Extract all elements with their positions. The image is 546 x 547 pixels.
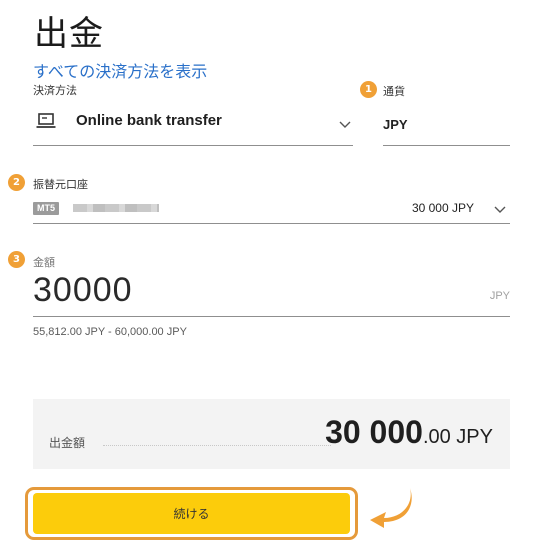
source-account-select[interactable]: MT5 30 000 JPY bbox=[33, 196, 510, 224]
summary-amount: 30 000.00 JPY bbox=[325, 414, 493, 451]
chevron-down-icon bbox=[339, 121, 351, 128]
account-balance: 30 000 JPY bbox=[411, 201, 474, 215]
step-3-badge: 3 bbox=[8, 251, 25, 268]
currency-value: JPY bbox=[383, 117, 408, 132]
payment-method-select[interactable]: Online bank transfer bbox=[33, 102, 353, 146]
chevron-down-icon bbox=[494, 206, 506, 213]
summary-divider bbox=[103, 445, 331, 446]
source-account-label: 振替元口座 bbox=[33, 178, 88, 191]
page-title: 出金 bbox=[34, 14, 104, 54]
summary-amount-currency: JPY bbox=[450, 426, 493, 448]
summary-amount-main: 30 000 bbox=[325, 414, 423, 450]
mt5-badge: MT5 bbox=[33, 202, 59, 215]
continue-button[interactable]: 続ける bbox=[33, 493, 350, 534]
step-1-badge: 1 bbox=[360, 81, 377, 98]
currency-label: 通貨 bbox=[383, 85, 405, 98]
masked-account-number bbox=[73, 204, 159, 212]
summary-label: 出金額 bbox=[49, 436, 86, 450]
step-2-badge: 2 bbox=[8, 174, 25, 191]
payment-method-label: 決済方法 bbox=[33, 84, 77, 97]
all-payment-methods-link[interactable]: すべての決済方法を表示 bbox=[33, 58, 207, 82]
withdrawal-summary: 出金額 30 000.00 JPY bbox=[33, 399, 510, 469]
payment-method-value: Online bank transfer bbox=[76, 112, 222, 129]
amount-limits: 55,812.00 JPY - 60,000.00 JPY bbox=[33, 326, 187, 338]
amount-input[interactable]: 30000 JPY bbox=[33, 268, 510, 317]
summary-amount-decimal: .00 bbox=[422, 426, 451, 448]
pointer-arrow-icon bbox=[370, 488, 412, 528]
laptop-icon bbox=[36, 113, 56, 128]
currency-field[interactable]: JPY bbox=[383, 102, 510, 146]
amount-value: 30000 bbox=[33, 271, 133, 309]
amount-unit: JPY bbox=[489, 290, 510, 302]
